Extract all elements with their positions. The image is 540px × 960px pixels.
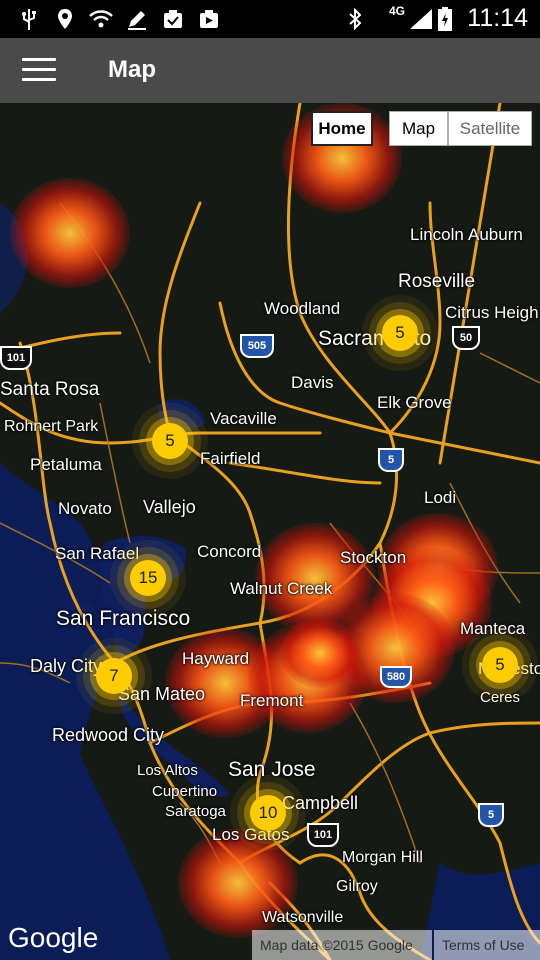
cluster-marker[interactable]: 5 bbox=[152, 423, 188, 459]
usb-icon bbox=[16, 6, 42, 32]
city-label: Watsonville bbox=[262, 909, 344, 926]
city-label: Fremont bbox=[240, 691, 304, 710]
signal-icon bbox=[408, 6, 434, 32]
network-type-label: 4G bbox=[388, 4, 405, 18]
pen-icon bbox=[124, 6, 150, 32]
city-label: Stockton bbox=[340, 548, 407, 567]
city-label: Los Altos bbox=[137, 762, 198, 779]
highway-shield: 101 bbox=[307, 823, 339, 847]
home-button[interactable]: Home bbox=[311, 111, 373, 146]
city-label: Vallejo bbox=[143, 497, 196, 517]
map-view[interactable]: Lincoln Auburn Roseville Woodland Citrus… bbox=[0, 103, 540, 960]
battery-charging-icon bbox=[432, 6, 458, 32]
terms-of-use-link[interactable]: Terms of Use bbox=[434, 930, 540, 960]
city-label: Novato bbox=[58, 499, 112, 518]
city-label: Hayward bbox=[182, 649, 250, 668]
city-label: Fairfield bbox=[200, 449, 261, 468]
city-label: Petaluma bbox=[30, 455, 102, 474]
city-label: Cupertino bbox=[152, 783, 218, 800]
city-label: San Mateo bbox=[118, 684, 206, 704]
status-bar: 4G 11:14 bbox=[0, 0, 540, 38]
google-logo: Google bbox=[8, 922, 99, 953]
city-label: Morgan Hill bbox=[342, 849, 423, 866]
cluster-marker[interactable]: 5 bbox=[382, 315, 418, 351]
clock-time: 11:14 bbox=[467, 4, 528, 32]
highway-shield: 505 bbox=[240, 334, 274, 358]
map-attribution: Map data ©2015 Google bbox=[252, 930, 432, 960]
city-label: San Rafael bbox=[55, 544, 140, 563]
bluetooth-icon bbox=[342, 6, 368, 32]
media-icon bbox=[196, 6, 222, 32]
city-label: San Francisco bbox=[56, 607, 191, 630]
highway-shield: 5 bbox=[478, 803, 504, 827]
clipboard-check-icon bbox=[160, 6, 186, 32]
city-label: Gilroy bbox=[336, 878, 378, 895]
heat-marker[interactable] bbox=[10, 178, 130, 288]
city-label: Auburn bbox=[468, 225, 523, 244]
city-label: Concord bbox=[197, 542, 262, 561]
cluster-marker[interactable]: 10 bbox=[250, 795, 286, 831]
city-label: Daly City bbox=[30, 656, 103, 676]
city-label: Citrus Heigh bbox=[445, 303, 539, 322]
map-type-map-button[interactable]: Map bbox=[389, 111, 448, 146]
page-title: Map bbox=[108, 56, 156, 83]
city-label: Redwood City bbox=[52, 725, 165, 745]
city-label: Walnut Creek bbox=[230, 579, 333, 598]
city-label: Elk Grove bbox=[377, 393, 452, 412]
city-label: Campbell bbox=[282, 793, 359, 813]
city-label: Santa Rosa bbox=[0, 379, 100, 400]
cluster-marker[interactable]: 5 bbox=[482, 647, 518, 683]
map-type-satellite-button[interactable]: Satellite bbox=[448, 111, 532, 146]
highway-shield: 580 bbox=[380, 666, 412, 688]
highway-shield: 50 bbox=[452, 326, 480, 350]
city-label: Davis bbox=[291, 373, 334, 392]
highway-shield: 101 bbox=[0, 346, 32, 370]
city-label: Vacaville bbox=[210, 409, 277, 428]
city-label: Ceres bbox=[480, 689, 521, 706]
highway-shield: 5 bbox=[378, 448, 404, 472]
heat-marker[interactable] bbox=[280, 618, 360, 688]
wifi-question-icon bbox=[88, 6, 114, 32]
city-label: Lodi bbox=[424, 488, 457, 507]
city-label: Lincoln bbox=[410, 225, 464, 244]
city-label: Woodland bbox=[264, 299, 341, 318]
app-bar: Map bbox=[0, 38, 540, 103]
city-label: San Jose bbox=[228, 758, 316, 781]
city-label: Roseville bbox=[398, 271, 476, 292]
city-label: Manteca bbox=[460, 619, 526, 638]
city-label: Saratoga bbox=[165, 803, 226, 820]
hamburger-menu-icon[interactable] bbox=[22, 58, 56, 82]
cluster-marker[interactable]: 15 bbox=[130, 560, 166, 596]
city-label: Rohnert Park bbox=[4, 418, 99, 435]
cluster-marker[interactable]: 7 bbox=[96, 658, 132, 694]
location-icon bbox=[52, 6, 78, 32]
